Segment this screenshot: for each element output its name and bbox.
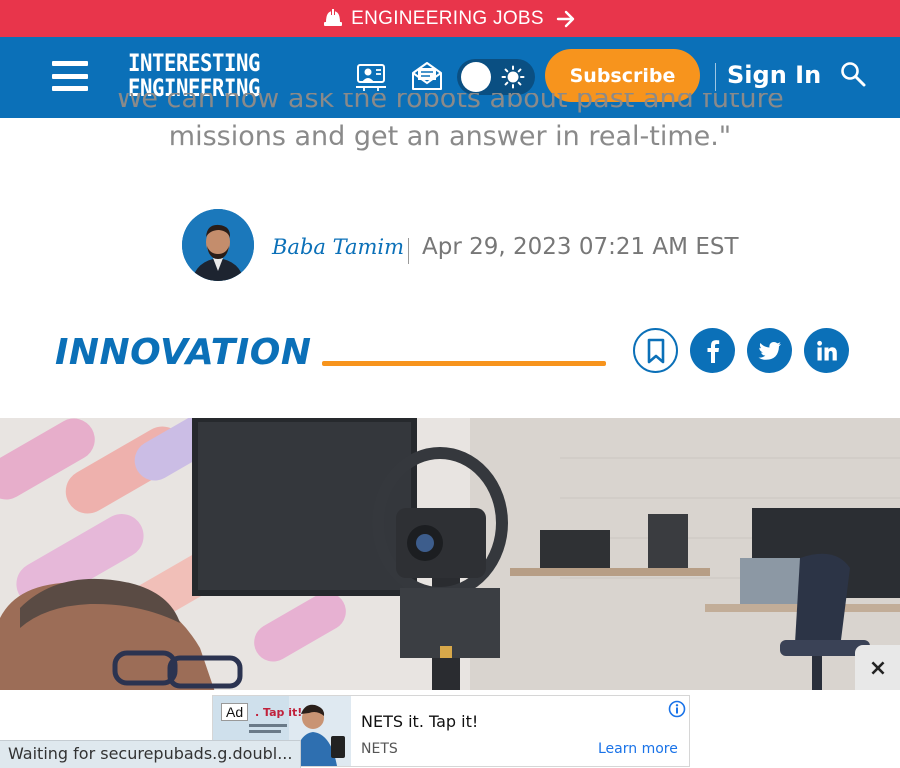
author-avatar[interactable] — [182, 209, 254, 281]
search-icon[interactable] — [840, 61, 866, 87]
article-quote: We can now ask the robots about past and… — [0, 93, 900, 156]
linkedin-icon — [816, 340, 837, 360]
webinar-icon[interactable] — [354, 59, 388, 93]
hard-hat-icon — [324, 8, 343, 26]
ad-brand: NETS — [361, 741, 398, 757]
toggle-knob — [461, 62, 491, 92]
bookmark-icon — [647, 338, 664, 363]
ad-learn-more-link[interactable]: Learn more — [598, 741, 678, 757]
quote-line-1: We can now ask the robots about past and… — [116, 93, 784, 114]
close-ad-button[interactable]: × — [855, 645, 900, 691]
meta-separator — [408, 238, 409, 264]
quote-line-2: missions and get an answer in real-time.… — [168, 121, 732, 152]
bookmark-button[interactable] — [633, 328, 678, 373]
theme-toggle[interactable] — [457, 59, 535, 95]
author-name-link[interactable]: Baba Tamim — [272, 235, 404, 259]
author-photo — [182, 209, 254, 281]
linkedin-share-button[interactable] — [804, 328, 849, 373]
category-underline — [322, 361, 606, 366]
info-icon[interactable] — [668, 700, 686, 718]
sun-icon — [501, 65, 525, 89]
arrow-right-icon — [556, 10, 575, 27]
newsletter-icon[interactable] — [410, 59, 444, 93]
facebook-icon — [707, 339, 719, 363]
ad-headline: NETS it. Tap it! — [361, 712, 479, 731]
close-icon: × — [868, 655, 888, 681]
sign-in-link[interactable]: Sign In — [727, 61, 821, 89]
robot-lab-photo — [0, 418, 900, 692]
browser-status-bar: Waiting for securepubads.g.doubl... — [0, 740, 302, 768]
svg-text:. Tap it!: . Tap it! — [255, 706, 302, 719]
engineering-jobs-label: ENGINEERING JOBS — [351, 7, 544, 29]
article-hero-image — [0, 418, 900, 692]
facebook-share-button[interactable] — [690, 328, 735, 373]
publish-date: Apr 29, 2023 07:21 AM EST — [422, 234, 739, 260]
category-link[interactable]: INNOVATION — [55, 332, 312, 373]
engineering-jobs-banner[interactable]: ENGINEERING JOBS — [0, 0, 900, 37]
header-divider — [715, 63, 716, 91]
twitter-share-button[interactable] — [747, 328, 792, 373]
ad-badge: Ad — [221, 703, 249, 721]
twitter-icon — [758, 341, 781, 360]
menu-icon[interactable] — [52, 61, 88, 91]
logo-line-1: INTERESTING — [128, 49, 260, 77]
